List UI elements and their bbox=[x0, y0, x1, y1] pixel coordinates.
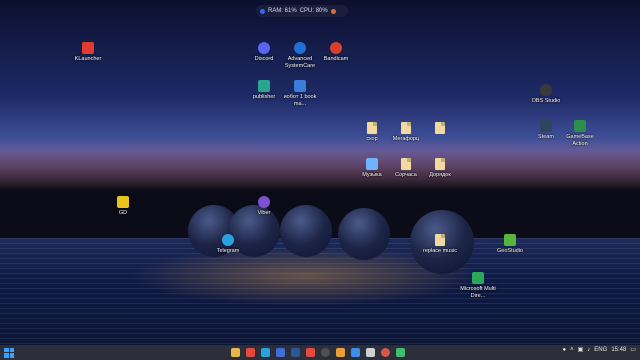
desktop-icon-file[interactable] bbox=[418, 122, 462, 136]
desktop-icon-book[interactable]: иобот 1 book ma... bbox=[278, 80, 322, 107]
folder-icon bbox=[366, 158, 378, 170]
gd-icon bbox=[117, 196, 129, 208]
vivaldi-icon[interactable] bbox=[306, 348, 315, 357]
app-icon[interactable] bbox=[381, 348, 390, 357]
game-icon bbox=[574, 120, 586, 132]
pool-sphere bbox=[280, 205, 332, 257]
desktop-icon-gamebase[interactable]: GameBase Action bbox=[558, 120, 602, 147]
taskbar: ● ˄ ▣ ♪ ENG 15:48 ▭ bbox=[0, 345, 640, 360]
volume-icon[interactable]: ♪ bbox=[587, 347, 590, 353]
app-icon[interactable] bbox=[351, 348, 360, 357]
systemcare-icon bbox=[294, 42, 306, 54]
multi-icon bbox=[472, 272, 484, 284]
file-icon bbox=[367, 122, 377, 134]
desktop-icon-bandicam[interactable]: Bandicam bbox=[314, 42, 358, 63]
pool-sphere bbox=[338, 208, 390, 260]
obs-icon[interactable] bbox=[321, 348, 330, 357]
windows-start-icon[interactable] bbox=[4, 347, 14, 358]
app-icon[interactable] bbox=[396, 348, 405, 357]
telegram-icon[interactable] bbox=[261, 348, 270, 357]
app-icon[interactable] bbox=[366, 348, 375, 357]
monitor-icon bbox=[260, 8, 265, 14]
viber-icon bbox=[258, 196, 270, 208]
ms-store-icon[interactable] bbox=[276, 348, 285, 357]
desktop-icon-telegram[interactable]: Telegram bbox=[206, 234, 250, 255]
geostudio-icon bbox=[504, 234, 516, 246]
publisher-icon bbox=[258, 80, 270, 92]
book-icon bbox=[294, 80, 306, 92]
desktop-icon-file-doryadok[interactable]: Дорядок bbox=[418, 158, 462, 179]
chevron-up-icon[interactable]: ˄ bbox=[570, 347, 574, 353]
language-indicator[interactable]: ENG bbox=[594, 347, 607, 353]
ram-usage: RAM: 61% bbox=[268, 8, 297, 14]
file-icon bbox=[435, 234, 445, 246]
app-icon[interactable] bbox=[336, 348, 345, 357]
file-icon bbox=[401, 158, 411, 170]
discord-icon bbox=[258, 42, 270, 54]
telegram-icon bbox=[222, 234, 234, 246]
file-explorer-icon[interactable] bbox=[231, 348, 240, 357]
bandicam-icon bbox=[330, 42, 342, 54]
file-icon bbox=[435, 122, 445, 134]
vivaldi-icon[interactable] bbox=[246, 348, 255, 357]
desktop-icon-multi[interactable]: Microsoft Multi Dire... bbox=[456, 272, 500, 299]
desktop-icon-replace-music[interactable]: replace music bbox=[418, 234, 462, 255]
desktop-icon-geostudio[interactable]: GeoStudio bbox=[488, 234, 532, 255]
file-icon bbox=[401, 122, 411, 134]
desktop-icon-viber[interactable]: Viber bbox=[242, 196, 286, 217]
notifications-icon[interactable]: ▭ bbox=[630, 346, 636, 353]
cpu-usage: CPU: 80% bbox=[299, 8, 328, 14]
klauncher-icon bbox=[82, 42, 94, 54]
fire-icon bbox=[330, 8, 336, 14]
word-icon[interactable] bbox=[291, 348, 300, 357]
file-icon bbox=[435, 158, 445, 170]
system-tray: ● ˄ ▣ ♪ ENG 15:48 ▭ bbox=[562, 346, 636, 354]
desktop-icon-obs-studio[interactable]: OBS Studio bbox=[524, 84, 568, 105]
clock[interactable]: 15:48 bbox=[611, 347, 626, 353]
desktop-icon-gd[interactable]: GD bbox=[101, 196, 145, 217]
resource-monitor-widget[interactable]: RAM: 61% CPU: 80% bbox=[256, 5, 348, 17]
steam-icon bbox=[540, 120, 552, 132]
taskbar-app-list bbox=[228, 348, 408, 357]
mic-icon[interactable]: ● bbox=[562, 347, 566, 353]
desktop-icon-klauncher[interactable]: KLauncher bbox=[66, 42, 110, 63]
network-icon[interactable]: ▣ bbox=[578, 346, 584, 353]
obs-icon bbox=[540, 84, 552, 96]
